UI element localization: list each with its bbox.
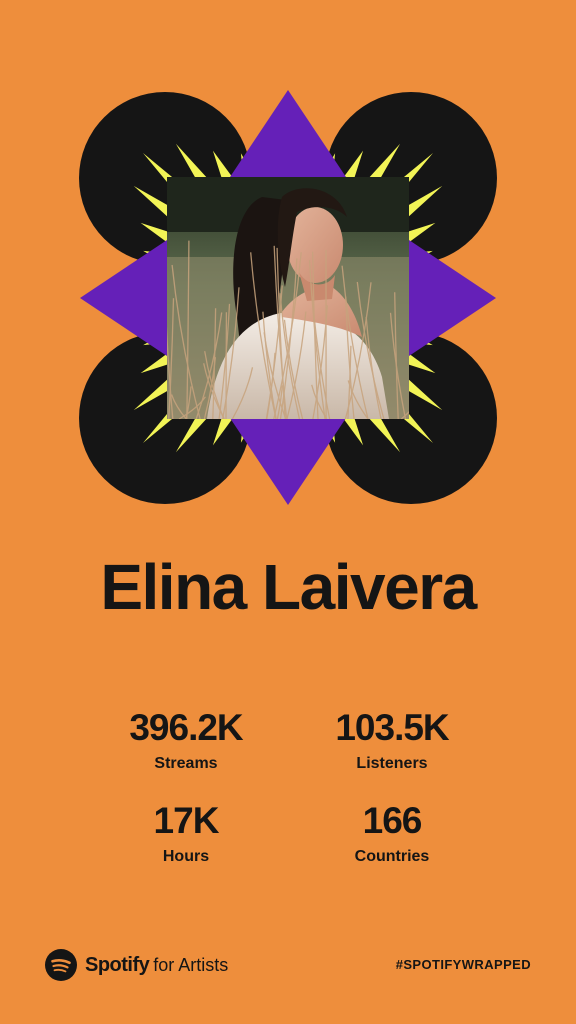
stat-hours: 17K Hours — [86, 802, 286, 865]
artist-name: Elina Laivera — [100, 551, 477, 623]
spotify-icon — [45, 949, 77, 981]
brand-suffix: for Artists — [153, 954, 229, 975]
stat-label: Countries — [354, 848, 430, 865]
artist-photo — [167, 177, 409, 419]
purple-triangle-bottom — [228, 415, 348, 505]
spotify-for-artists-logo: Spotify for Artists — [45, 949, 228, 981]
stat-value: 166 — [362, 800, 423, 841]
brand-name: Spotify — [85, 953, 150, 976]
stat-label: Hours — [162, 848, 210, 865]
stat-countries: 166 Countries — [292, 802, 492, 865]
stat-value: 17K — [153, 800, 220, 841]
stat-label: Streams — [154, 755, 218, 772]
stat-label: Listeners — [356, 755, 428, 772]
purple-triangle-left — [80, 238, 170, 358]
stat-value: 103.5K — [335, 707, 449, 748]
hashtag-label: #SPOTIFYWRAPPED — [395, 957, 531, 972]
purple-triangle-right — [406, 238, 496, 358]
stat-listeners: 103.5K Listeners — [292, 709, 492, 772]
wrapped-card: Elina Laivera 396.2K Streams 103.5K List… — [0, 0, 576, 1024]
stat-value: 396.2K — [129, 707, 243, 748]
purple-triangle-top — [228, 90, 348, 180]
stat-streams: 396.2K Streams — [86, 709, 286, 772]
